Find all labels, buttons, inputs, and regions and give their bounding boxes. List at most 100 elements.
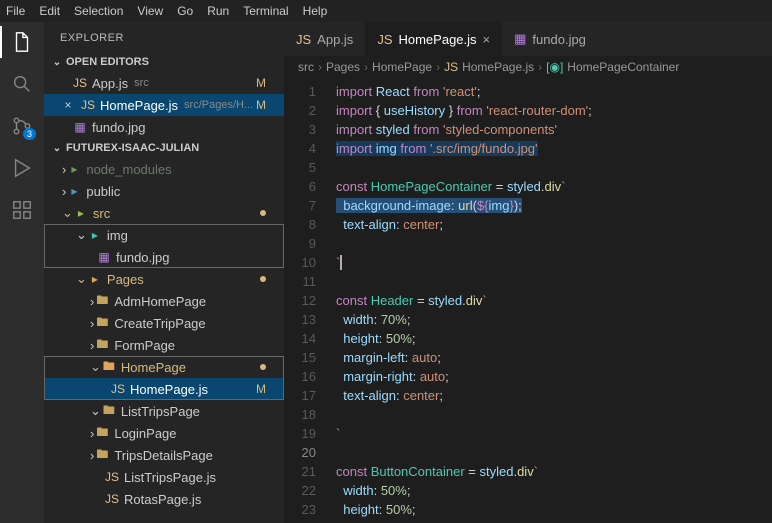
- menu-selection[interactable]: Selection: [74, 4, 123, 18]
- crumb[interactable]: src: [298, 60, 314, 74]
- tab-fundo-jpg[interactable]: ▦ fundo.jpg: [502, 22, 598, 56]
- folder-name: img: [107, 228, 128, 243]
- explorer-title: EXPLORER: [44, 22, 284, 52]
- menu-run[interactable]: Run: [207, 4, 229, 18]
- file-homepage-js[interactable]: JSHomePage.jsM: [44, 378, 284, 400]
- folder-icon: 🖿: [101, 357, 117, 378]
- folder-name: TripsDetailsPage: [114, 448, 213, 463]
- folder-src[interactable]: ⌄▸src: [44, 202, 284, 224]
- menu-file[interactable]: File: [6, 4, 25, 18]
- menu-help[interactable]: Help: [303, 4, 328, 18]
- js-icon: JS: [444, 60, 458, 74]
- workspace-section[interactable]: ⌄ FUTUREX-ISAAC-JULIAN: [44, 138, 284, 158]
- folder-pages[interactable]: ⌄▸Pages: [44, 268, 284, 290]
- folder-icon: 🖿: [94, 291, 110, 312]
- file-meta: src/Pages/H...: [184, 99, 253, 111]
- open-editor-item[interactable]: JS App.js src M: [44, 72, 284, 94]
- folder-icon: 🖿: [101, 401, 117, 422]
- folder-list[interactable]: ⌄🖿 ListTripsPage: [44, 400, 284, 422]
- folder-name: ListTripsPage: [121, 404, 200, 419]
- folder-icon: ▸: [66, 184, 82, 198]
- tab-label: App.js: [317, 32, 353, 47]
- file-name: fundo.jpg: [92, 120, 146, 135]
- file-listtrips-js[interactable]: JSListTripsPage.js: [44, 466, 284, 488]
- editor-panel: JS App.js JS HomePage.js × ▦ fundo.jpg s…: [284, 22, 772, 523]
- folder-name: AdmHomePage: [114, 294, 206, 309]
- folder-login[interactable]: ›🖿LoginPage: [44, 422, 284, 444]
- js-icon: JS: [377, 32, 392, 47]
- menu-edit[interactable]: Edit: [39, 4, 60, 18]
- open-editor-item[interactable]: ▦ fundo.jpg: [44, 116, 284, 138]
- line-gutter: 1234567891011121314151617181920212223: [284, 78, 328, 523]
- tab-label: HomePage.js: [398, 32, 476, 47]
- image-icon: ▦: [96, 250, 112, 264]
- crumb[interactable]: HomePage.js: [462, 60, 534, 74]
- js-icon: JS: [80, 98, 96, 112]
- js-icon: JS: [104, 470, 120, 484]
- search-icon[interactable]: [10, 72, 34, 96]
- breadcrumb[interactable]: src› Pages› HomePage› JS HomePage.js› [◉…: [284, 56, 772, 78]
- folder-form[interactable]: ›🖿FormPage: [44, 334, 284, 356]
- js-icon: JS: [296, 32, 311, 47]
- source-control-icon[interactable]: 3: [10, 114, 34, 138]
- crumb[interactable]: HomePage: [372, 60, 432, 74]
- chevron-down-icon: ⌄: [52, 57, 62, 68]
- chevron-down-icon: ⌄: [76, 271, 87, 287]
- close-icon[interactable]: ×: [483, 32, 491, 47]
- js-icon: JS: [72, 76, 88, 90]
- modified-mark: M: [256, 76, 276, 90]
- folder-icon: 🖿: [94, 335, 110, 356]
- folder-name: CreateTripPage: [114, 316, 205, 331]
- tab-label: fundo.jpg: [532, 32, 586, 47]
- folder-create[interactable]: ›🖿CreateTripPage: [44, 312, 284, 334]
- folder-public[interactable]: ›▸public: [44, 180, 284, 202]
- folder-adm[interactable]: ›🖿AdmHomePage: [44, 290, 284, 312]
- folder-icon: ▸: [66, 162, 82, 176]
- tab-app-js[interactable]: JS App.js: [284, 22, 365, 56]
- js-icon: JS: [110, 382, 126, 396]
- menu-go[interactable]: Go: [177, 4, 193, 18]
- folder-icon: 🖿: [94, 423, 110, 444]
- chevron-down-icon: ⌄: [90, 403, 101, 419]
- folder-name: public: [86, 184, 120, 199]
- explorer-icon[interactable]: [10, 30, 34, 54]
- modified-dot: [260, 210, 266, 216]
- modified-dot: [260, 276, 266, 282]
- folder-icon: ▸: [87, 272, 103, 286]
- symbol-icon: [◉]: [546, 60, 563, 74]
- folder-icon: ▸: [87, 228, 103, 242]
- modified-mark: M: [256, 98, 276, 112]
- folder-name: LoginPage: [114, 426, 176, 441]
- menubar: File Edit Selection View Go Run Terminal…: [0, 0, 772, 22]
- file-rotas-js[interactable]: JSRotasPage.js: [44, 488, 284, 510]
- sidebar: EXPLORER ⌄ OPEN EDITORS JS App.js src M …: [44, 22, 284, 523]
- crumb[interactable]: Pages: [326, 60, 360, 74]
- image-icon: ▦: [514, 31, 526, 47]
- folder-node-modules[interactable]: ›▸node_modules: [44, 158, 284, 180]
- open-editor-item[interactable]: × JS HomePage.js src/Pages/H... M: [44, 94, 284, 116]
- menu-terminal[interactable]: Terminal: [243, 4, 288, 18]
- chevron-down-icon: ⌄: [90, 359, 101, 375]
- folder-homepage[interactable]: ⌄🖿HomePage: [44, 356, 284, 378]
- extensions-icon[interactable]: [10, 198, 34, 222]
- file-name: RotasPage.js: [124, 492, 201, 507]
- file-name: fundo.jpg: [116, 250, 170, 265]
- activity-bar: 3: [0, 22, 44, 523]
- folder-trips[interactable]: ›🖿TripsDetailsPage: [44, 444, 284, 466]
- folder-img[interactable]: ⌄▸img: [44, 224, 284, 246]
- code-lines[interactable]: import React from 'react'; import { useH…: [328, 78, 772, 523]
- code-editor[interactable]: 1234567891011121314151617181920212223 im…: [284, 78, 772, 523]
- file-fundo[interactable]: ▦ fundo.jpg: [44, 246, 284, 268]
- folder-icon: ▸: [73, 206, 89, 220]
- file-name: HomePage.js: [100, 98, 178, 113]
- chevron-down-icon: ⌄: [52, 143, 62, 154]
- folder-name: node_modules: [86, 162, 171, 177]
- modified-dot: [260, 364, 266, 370]
- tab-homepage-js[interactable]: JS HomePage.js ×: [365, 22, 502, 56]
- menu-view[interactable]: View: [137, 4, 163, 18]
- run-icon[interactable]: [10, 156, 34, 180]
- open-editors-label: OPEN EDITORS: [66, 56, 149, 68]
- close-icon[interactable]: ×: [60, 98, 76, 112]
- open-editors-section[interactable]: ⌄ OPEN EDITORS: [44, 52, 284, 72]
- crumb[interactable]: HomePageContainer: [567, 60, 679, 74]
